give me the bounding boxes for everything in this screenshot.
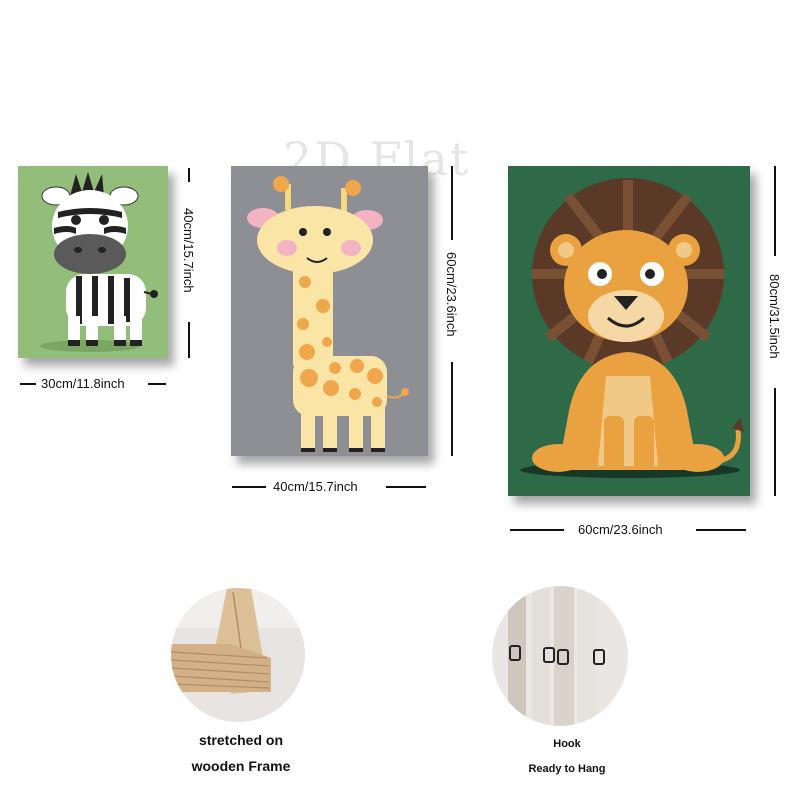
giraffe-canvas: [231, 166, 428, 456]
zebra-height-line-bottom: [188, 322, 190, 358]
zebra-width-line-right: [148, 383, 166, 385]
frame-caption-line1: stretched on: [198, 732, 283, 748]
lion-height-label: 80cm/31.5inch: [767, 274, 782, 359]
lion-width-line-left: [510, 529, 564, 531]
zebra-illustration: [18, 166, 168, 358]
lion-width-line-right: [696, 529, 746, 531]
lion-height-line-bottom: [774, 388, 776, 496]
lion-height-line-top: [774, 166, 776, 256]
giraffe-width-line-left: [232, 486, 266, 488]
zebra-width-line-left: [20, 383, 36, 385]
giraffe-height-line-bottom: [451, 362, 453, 456]
hook-caption-line2: Ready to Hang: [528, 763, 606, 775]
hook-caption-line1: Hook: [553, 738, 581, 750]
hooks-photo: [492, 586, 628, 726]
lion-width-label: 60cm/23.6inch: [578, 522, 663, 537]
giraffe-height-line-top: [451, 166, 453, 240]
giraffe-illustration: [231, 166, 428, 456]
zebra-canvas: [18, 166, 168, 358]
zebra-width-label: 30cm/11.8inch: [41, 376, 125, 391]
lion-illustration: [508, 166, 750, 496]
lion-canvas: [508, 166, 750, 496]
wooden-frame-photo: [171, 588, 305, 722]
giraffe-width-label: 40cm/15.7inch: [273, 479, 358, 494]
zebra-height-label: 40cm/15.7inch: [181, 208, 196, 293]
frame-caption-line2: wooden Frame: [191, 758, 291, 774]
giraffe-height-label: 60cm/23.6inch: [444, 252, 459, 337]
giraffe-width-line-right: [386, 486, 426, 488]
zebra-height-line-top: [188, 168, 190, 182]
